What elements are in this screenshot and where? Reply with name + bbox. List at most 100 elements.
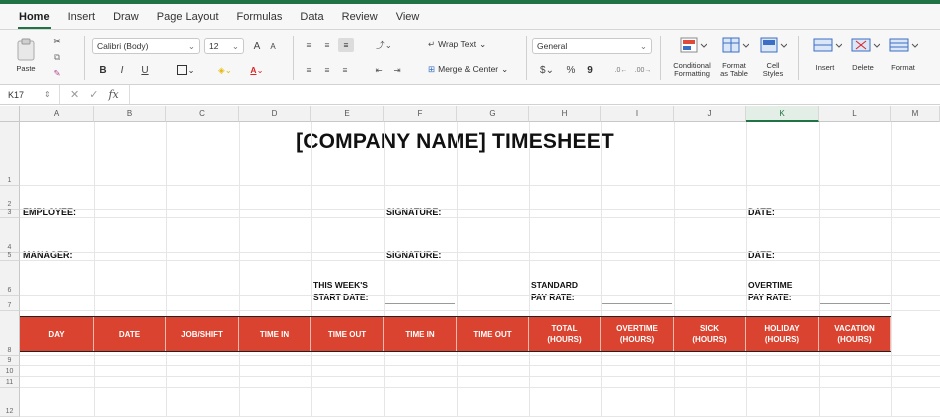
tab-data[interactable]: Data xyxy=(291,11,332,29)
select-all-corner[interactable] xyxy=(0,106,20,122)
column-header-l[interactable]: L xyxy=(819,106,891,122)
cut-icon[interactable]: ✂ xyxy=(50,34,64,48)
row-header-2[interactable]: 2 xyxy=(0,186,20,210)
font-name-select[interactable]: Calibri (Body) ⌄ xyxy=(92,38,200,54)
std-pay-label-line2[interactable]: PAY RATE: xyxy=(531,292,575,302)
column-header-c[interactable]: C xyxy=(166,106,239,122)
tab-draw[interactable]: Draw xyxy=(104,11,148,29)
column-header-m[interactable]: M xyxy=(891,106,940,122)
column-header-e[interactable]: E xyxy=(311,106,384,122)
column-header-i[interactable]: I xyxy=(601,106,674,122)
bold-button[interactable]: B xyxy=(96,62,110,78)
column-title-cell[interactable]: DAY xyxy=(20,317,94,351)
column-title-cell[interactable]: DATE xyxy=(94,317,166,351)
column-title-cell[interactable]: JOB/SHIFT xyxy=(166,317,239,351)
row-header-11[interactable]: 11 xyxy=(0,377,20,388)
align-left-icon[interactable]: ≡ xyxy=(302,63,316,77)
column-header-a[interactable]: A xyxy=(20,106,94,122)
row-header-7[interactable]: 7 xyxy=(0,296,20,311)
column-header-b[interactable]: B xyxy=(94,106,166,122)
decrease-decimal-icon[interactable]: .00→ xyxy=(634,62,652,78)
merge-center-button[interactable]: ⊞ Merge & Center ⌄ xyxy=(428,61,520,77)
row-header-1[interactable]: 1 xyxy=(0,122,20,186)
format-painter-icon[interactable]: ✎ xyxy=(50,66,64,80)
font-color-button[interactable]: A ⌄ xyxy=(244,62,270,78)
tab-home[interactable]: Home xyxy=(10,11,59,29)
tab-page-layout[interactable]: Page Layout xyxy=(148,11,228,29)
italic-button[interactable]: I xyxy=(116,62,128,78)
format-cells-button[interactable] xyxy=(886,34,920,56)
underline-button[interactable]: U xyxy=(134,62,156,78)
row-header-8[interactable]: 8 xyxy=(0,311,20,356)
column-header-f[interactable]: F xyxy=(384,106,457,122)
row-header-3[interactable]: 3 xyxy=(0,209,20,218)
borders-button[interactable]: ⌄ xyxy=(174,62,198,78)
column-title-cell[interactable]: TIME IN xyxy=(384,317,457,351)
function-icon[interactable]: fx xyxy=(108,88,118,101)
column-header-h[interactable]: H xyxy=(529,106,601,122)
row-header-10[interactable]: 10 xyxy=(0,366,20,377)
align-top-icon[interactable]: ≡ xyxy=(302,38,316,52)
cell-styles-button[interactable] xyxy=(758,34,788,56)
column-title-text: JOB/SHIFT xyxy=(181,329,223,340)
week-start-label-line2[interactable]: START DATE: xyxy=(313,292,368,302)
column-title-cell[interactable]: TOTAL (HOURS) xyxy=(529,317,601,351)
column-header-k[interactable]: K xyxy=(746,106,819,122)
week-start-label-line1[interactable]: THIS WEEK'S xyxy=(313,280,368,290)
column-title-cell[interactable]: VACATION (HOURS) xyxy=(819,317,891,351)
currency-button[interactable]: $ ⌄ xyxy=(535,62,559,78)
tab-review[interactable]: Review xyxy=(333,11,387,29)
ot-pay-label-line2[interactable]: PAY RATE: xyxy=(748,292,792,302)
increase-decimal-icon[interactable]: .0← xyxy=(612,62,630,78)
row-header-5[interactable]: 5 xyxy=(0,252,20,261)
std-pay-field[interactable] xyxy=(601,303,672,304)
decrease-indent-icon[interactable]: ⇤ xyxy=(372,63,386,77)
column-header-j[interactable]: J xyxy=(674,106,746,122)
ot-pay-field[interactable] xyxy=(819,303,890,304)
row-header-6[interactable]: 6 xyxy=(0,261,20,296)
format-as-table-button[interactable] xyxy=(720,34,750,56)
tab-view[interactable]: View xyxy=(387,11,429,29)
fill-color-button[interactable]: ◈ ⌄ xyxy=(212,62,238,78)
grow-font-button[interactable]: A xyxy=(250,38,264,54)
spreadsheet-grid[interactable]: [COMPANY NAME] TIMESHEET EMPLOYEE: SIGNA… xyxy=(0,106,940,417)
column-title-cell[interactable]: OVERTIME (HOURS) xyxy=(601,317,674,351)
orientation-button[interactable]: ⤴ ⌄ xyxy=(372,38,396,52)
column-title-cell[interactable]: TIME OUT xyxy=(311,317,384,351)
row-header-12[interactable]: 12 xyxy=(0,388,20,417)
check-icon[interactable]: ✓ xyxy=(89,88,98,101)
font-size-select[interactable]: 12 ⌄ xyxy=(204,38,244,54)
increase-indent-icon[interactable]: ⇥ xyxy=(390,63,404,77)
formula-input[interactable] xyxy=(128,85,940,104)
align-center-icon[interactable]: ≡ xyxy=(320,63,334,77)
name-box[interactable]: K17 ⇕ xyxy=(0,85,60,104)
wrap-text-button[interactable]: ↵ Wrap Text ⌄ xyxy=(428,36,500,52)
column-header-d[interactable]: D xyxy=(239,106,311,122)
comma-style-button[interactable]: 9 xyxy=(584,62,596,78)
column-title-cell[interactable]: HOLIDAY (HOURS) xyxy=(746,317,819,351)
column-title-cell[interactable]: TIME IN xyxy=(239,317,311,351)
insert-cells-button[interactable] xyxy=(810,34,844,56)
row-header-9[interactable]: 9 xyxy=(0,356,20,366)
column-header-g[interactable]: G xyxy=(457,106,529,122)
column-title-cell[interactable]: SICK (HOURS) xyxy=(674,317,746,351)
align-bottom-icon[interactable]: ≡ xyxy=(338,38,354,52)
align-middle-icon[interactable]: ≡ xyxy=(320,38,334,52)
cancel-icon[interactable]: ✕ xyxy=(70,88,79,101)
shrink-font-button[interactable]: A xyxy=(267,38,279,54)
conditional-formatting-button[interactable] xyxy=(676,34,710,56)
copy-icon[interactable]: ⧉ xyxy=(50,50,64,64)
tab-insert[interactable]: Insert xyxy=(59,11,105,29)
delete-cells-button[interactable] xyxy=(848,34,882,56)
column-title-cell[interactable]: TIME OUT xyxy=(457,317,529,351)
tab-formulas[interactable]: Formulas xyxy=(228,11,292,29)
ot-pay-label-line1[interactable]: OVERTIME xyxy=(748,280,792,290)
row-header-4[interactable]: 4 xyxy=(0,218,20,253)
paste-button[interactable] xyxy=(14,36,38,62)
align-right-icon[interactable]: ≡ xyxy=(338,63,352,77)
number-format-select[interactable]: General ⌄ xyxy=(532,38,652,54)
sheet-title[interactable]: [COMPANY NAME] TIMESHEET xyxy=(20,130,890,154)
week-start-field[interactable] xyxy=(384,303,455,304)
std-pay-label-line1[interactable]: STANDARD xyxy=(531,280,578,290)
percent-button[interactable]: % xyxy=(564,62,578,78)
